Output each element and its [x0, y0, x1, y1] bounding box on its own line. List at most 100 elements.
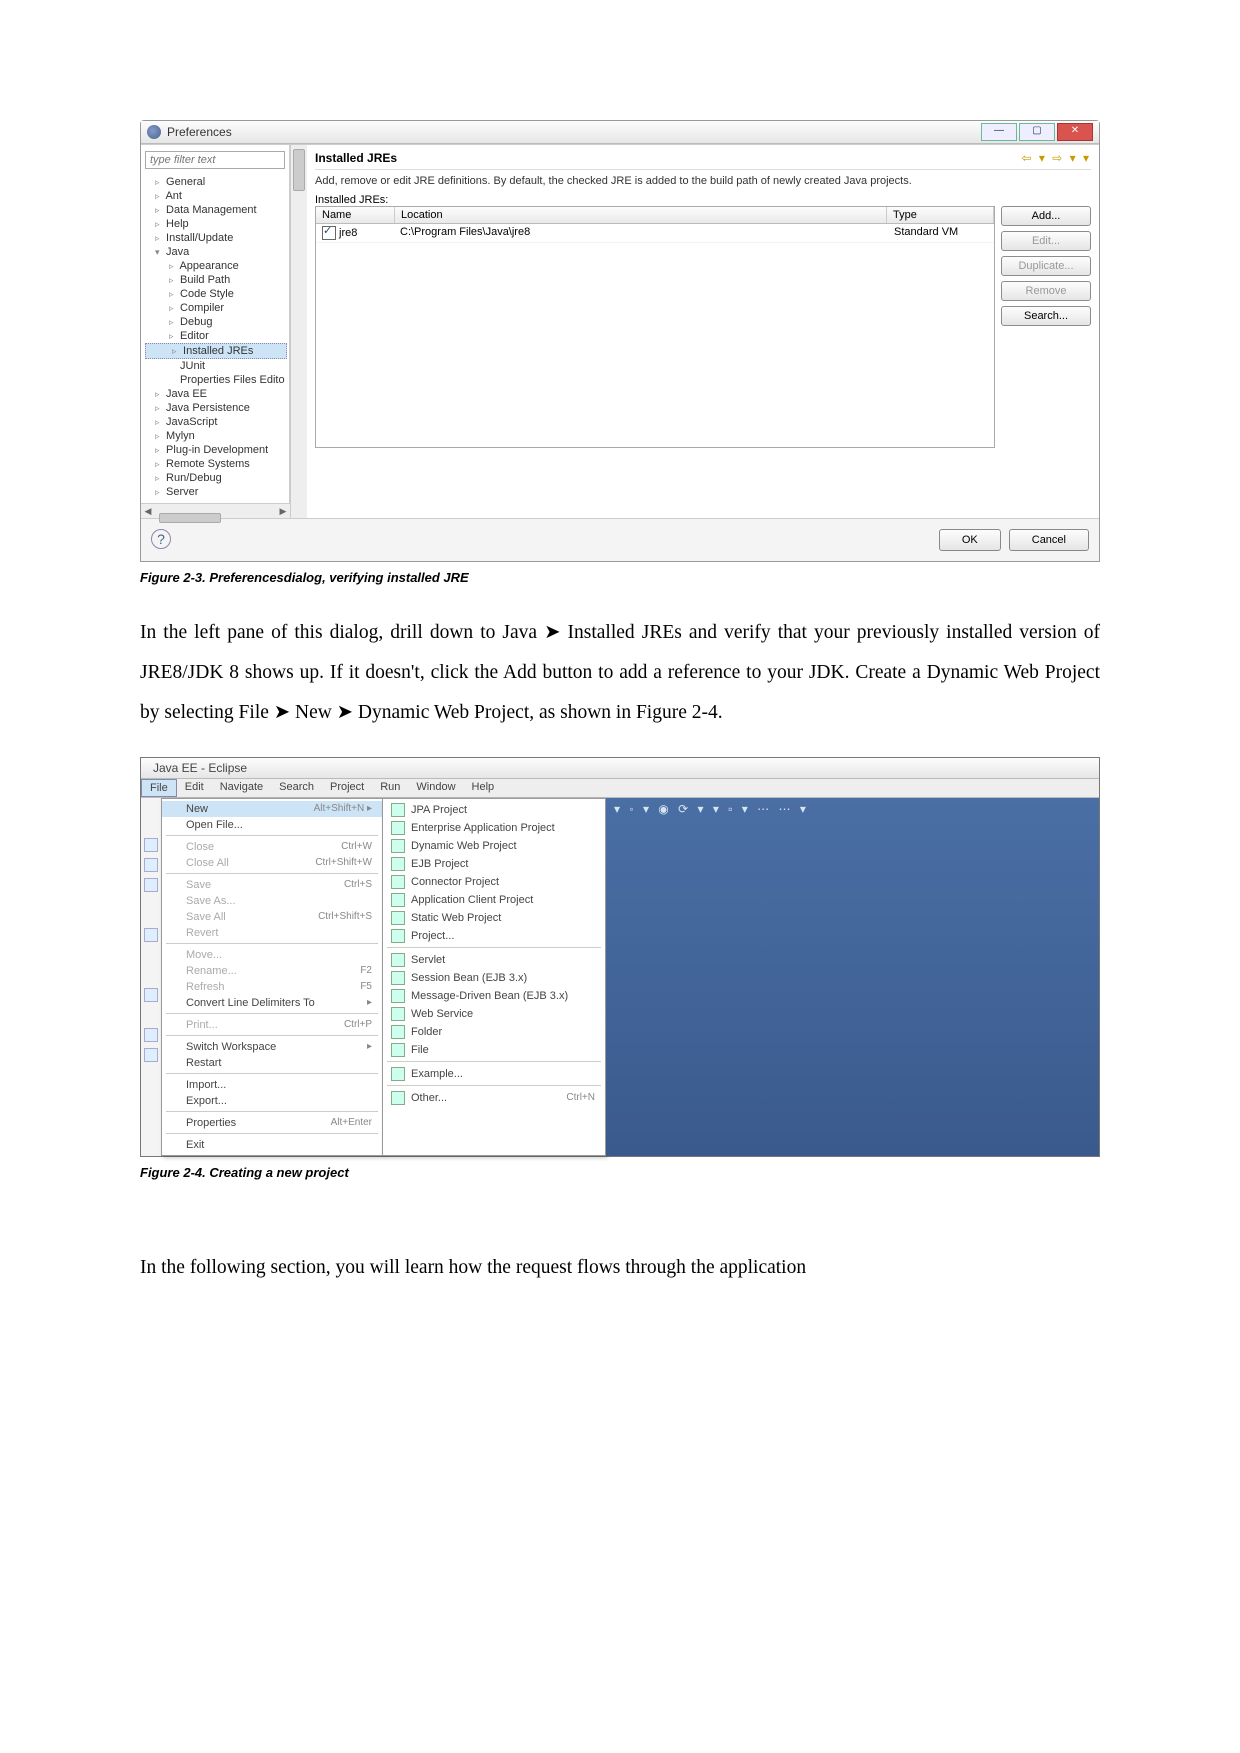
new-menu-item[interactable]: EJB Project — [383, 855, 605, 873]
tree-node[interactable]: ▹ Install/Update — [143, 231, 289, 245]
new-menu-item[interactable]: Other...Ctrl+N — [383, 1089, 605, 1107]
nav-history-icons[interactable]: ⇦ ▾ ⇨ ▾ ▾ — [1021, 151, 1091, 165]
tree-node[interactable]: ▹ Run/Debug — [143, 471, 289, 485]
menu-item[interactable]: Search — [271, 779, 322, 797]
tree-node[interactable]: ▹ Installed JREs — [145, 343, 287, 359]
new-menu-item[interactable]: Folder — [383, 1023, 605, 1041]
file-menu-item[interactable]: Rename...F2 — [162, 963, 382, 979]
gutter-icon — [144, 1048, 158, 1062]
gutter-icon — [144, 1028, 158, 1042]
menu-item-icon — [391, 839, 405, 853]
tree-node[interactable]: ▹ Appearance — [143, 259, 289, 273]
file-menu-item[interactable]: Move... — [162, 947, 382, 963]
menu-item-icon — [391, 1025, 405, 1039]
filter-input[interactable] — [145, 151, 285, 169]
file-menu-item[interactable]: CloseCtrl+W — [162, 839, 382, 855]
file-menu-item[interactable]: Restart — [162, 1055, 382, 1071]
file-menu-item[interactable]: NewAlt+Shift+N ▸ — [162, 801, 382, 817]
tree-node[interactable]: ▹ Editor — [143, 329, 289, 343]
close-button[interactable]: ✕ — [1057, 123, 1093, 141]
file-menu-item[interactable]: Save As... — [162, 893, 382, 909]
file-menu-item[interactable]: Open File... — [162, 817, 382, 833]
file-menu-item[interactable]: PropertiesAlt+Enter — [162, 1115, 382, 1131]
menu-item[interactable]: Edit — [177, 779, 212, 797]
tree-node[interactable]: ▹ Debug — [143, 315, 289, 329]
tree-node[interactable]: ▹ Plug-in Development — [143, 443, 289, 457]
new-menu-item[interactable]: Web Service — [383, 1005, 605, 1023]
duplicate-button[interactable]: Duplicate... — [1001, 256, 1091, 276]
tree-node[interactable]: ▹ JavaScript — [143, 415, 289, 429]
file-menu-item[interactable]: Revert — [162, 925, 382, 941]
tree-node[interactable]: ▾ Java — [143, 245, 289, 259]
new-menu-item[interactable]: Message-Driven Bean (EJB 3.x) — [383, 987, 605, 1005]
new-menu-item[interactable]: Project... — [383, 927, 605, 945]
file-menu-item[interactable]: SaveCtrl+S — [162, 877, 382, 893]
add-button[interactable]: Add... — [1001, 206, 1091, 226]
tree-node[interactable]: ▹ Server — [143, 485, 289, 499]
remove-button[interactable]: Remove — [1001, 281, 1091, 301]
file-menu-item[interactable]: Convert Line Delimiters To▸ — [162, 995, 382, 1011]
file-menu-item[interactable]: Export... — [162, 1093, 382, 1109]
menu-item[interactable]: Run — [372, 779, 408, 797]
edit-button[interactable]: Edit... — [1001, 231, 1091, 251]
tree-horizontal-scrollbar[interactable]: ◀▶ — [141, 503, 290, 518]
new-menu-item[interactable]: Example... — [383, 1065, 605, 1083]
file-menu-item[interactable]: Close AllCtrl+Shift+W — [162, 855, 382, 871]
preferences-tree-panel: ▹ General▹ Ant▹ Data Management▹ Help▹ I… — [141, 145, 290, 503]
menu-item-icon — [391, 875, 405, 889]
menu-item[interactable]: Project — [322, 779, 372, 797]
new-menu-item[interactable]: Servlet — [383, 951, 605, 969]
tree-node[interactable]: ▹ Java Persistence — [143, 401, 289, 415]
tree-vertical-scrollbar[interactable] — [290, 145, 307, 518]
maximize-button[interactable]: ▢ — [1019, 123, 1055, 141]
installed-jres-table[interactable]: Name Location Type jre8C:\Program Files\… — [315, 206, 995, 448]
menu-item-icon — [391, 1043, 405, 1057]
tree-node[interactable]: ▹ Build Path — [143, 273, 289, 287]
menu-item[interactable]: Navigate — [212, 779, 271, 797]
tree-node[interactable]: ▹ Compiler — [143, 301, 289, 315]
tree-node[interactable]: ▹ Mylyn — [143, 429, 289, 443]
new-menu-item[interactable]: File — [383, 1041, 605, 1059]
new-menu-item[interactable]: Dynamic Web Project — [383, 837, 605, 855]
menu-item[interactable]: Help — [464, 779, 503, 797]
menu-item-icon — [391, 971, 405, 985]
file-menu-item[interactable]: Print...Ctrl+P — [162, 1017, 382, 1033]
search-button[interactable]: Search... — [1001, 306, 1091, 326]
eclipse-menubar[interactable]: FileEditNavigateSearchProjectRunWindowHe… — [141, 779, 1099, 798]
new-menu-item[interactable]: Session Bean (EJB 3.x) — [383, 969, 605, 987]
file-menu-item[interactable]: Exit — [162, 1137, 382, 1153]
file-menu-item[interactable]: Save AllCtrl+Shift+S — [162, 909, 382, 925]
new-menu-item[interactable]: Static Web Project — [383, 909, 605, 927]
tree-node[interactable]: ▹ Remote Systems — [143, 457, 289, 471]
cancel-button[interactable]: Cancel — [1009, 529, 1089, 551]
new-submenu[interactable]: JPA ProjectEnterprise Application Projec… — [382, 798, 606, 1156]
file-menu-item[interactable]: RefreshF5 — [162, 979, 382, 995]
toolbar-icons[interactable]: ▾ ◦ ▾ ◉ ⟳ ▾ ▾ ▫ ▾ ⋯ ⋯ ▾ — [606, 798, 1099, 820]
tree-node[interactable]: ▹ Help — [143, 217, 289, 231]
ok-button[interactable]: OK — [939, 529, 1001, 551]
col-name[interactable]: Name — [316, 207, 395, 223]
col-type[interactable]: Type — [887, 207, 994, 223]
table-row[interactable]: jre8C:\Program Files\Java\jre8Standard V… — [316, 224, 994, 243]
menu-item[interactable]: Window — [408, 779, 463, 797]
menu-item[interactable]: File — [141, 779, 177, 797]
tree-node[interactable]: ▹ General — [143, 175, 289, 189]
file-menu[interactable]: NewAlt+Shift+N ▸Open File...CloseCtrl+WC… — [161, 798, 383, 1156]
minimize-button[interactable]: — — [981, 123, 1017, 141]
tree-node[interactable]: Properties Files Edito — [143, 373, 289, 387]
help-icon[interactable]: ? — [151, 529, 171, 549]
col-location[interactable]: Location — [395, 207, 887, 223]
new-menu-item[interactable]: Application Client Project — [383, 891, 605, 909]
tree-node[interactable]: ▹ Code Style — [143, 287, 289, 301]
new-menu-item[interactable]: Connector Project — [383, 873, 605, 891]
new-menu-item[interactable]: Enterprise Application Project — [383, 819, 605, 837]
tree-node[interactable]: ▹ Java EE — [143, 387, 289, 401]
file-menu-item[interactable]: Switch Workspace▸ — [162, 1039, 382, 1055]
new-menu-item[interactable]: JPA Project — [383, 801, 605, 819]
tree-node[interactable]: ▹ Ant — [143, 189, 289, 203]
tree-node[interactable]: ▹ Data Management — [143, 203, 289, 217]
tree-node[interactable]: JUnit — [143, 359, 289, 373]
preferences-dialog: Preferences — ▢ ✕ ▹ General▹ Ant▹ Data M… — [140, 120, 1100, 562]
file-menu-item[interactable]: Import... — [162, 1077, 382, 1093]
jre-checkbox[interactable] — [322, 226, 336, 240]
